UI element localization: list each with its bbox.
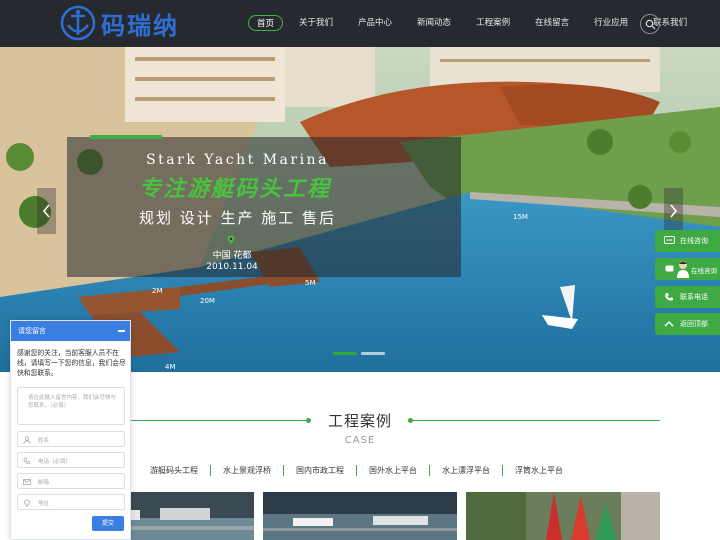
case-tab-pontoon-platform[interactable]: 浮筒水上平台 (503, 465, 575, 476)
back-to-top-label: 返回顶部 (680, 320, 708, 328)
message-placeholder: 请在此输入留言内容，我们会尽快与您联系。（必填） (28, 395, 117, 409)
banner-subtitle: 规划 设计 生产 施工 售后 (138, 209, 337, 227)
online-consult-label: 在线咨询 (691, 267, 717, 275)
case-tab-overseas-platform[interactable]: 国外水上平台 (357, 465, 429, 476)
chat-bubble-icon (664, 236, 675, 244)
section-subtitle: CASE (344, 435, 376, 446)
banner-dot-1[interactable] (333, 352, 357, 355)
mail-icon (23, 479, 31, 485)
banner-date: 2010.11.04 (206, 262, 258, 272)
location-icon (23, 499, 31, 507)
case-tab-floating-platform[interactable]: 水上漂浮平台 (430, 465, 502, 476)
banner-title-cn: 专注游艇码头工程 (138, 177, 331, 202)
logo-text: 码瑞纳 (101, 11, 179, 40)
phone-field[interactable]: 电话（必填） (17, 452, 125, 468)
case-tab-floating-bridge[interactable]: 水上景观浮桥 (211, 465, 283, 476)
case-tab-domestic-municipal[interactable]: 国内市政工程 (284, 465, 356, 476)
chat-bubble-icon (665, 265, 674, 272)
case-category-tabs: 游艇码头工程 水上景观浮桥 国内市政工程 国外水上平台 水上漂浮平台 浮筒水上平… (138, 465, 575, 476)
nav-products[interactable]: 产品中心 (349, 15, 401, 31)
nav-home[interactable]: 首页 (248, 15, 284, 31)
name-field[interactable]: 姓名 (17, 431, 125, 447)
submit-button[interactable]: 提交 (92, 516, 124, 531)
nav-industry[interactable]: 行业应用 (585, 15, 637, 31)
chevron-left-icon (42, 204, 50, 218)
nav-cases[interactable]: 工程案例 (467, 15, 519, 31)
phone-icon (23, 457, 31, 465)
banner-dot-2[interactable] (361, 352, 385, 355)
phone-label: 联系电话 (680, 293, 708, 301)
search-icon (645, 19, 656, 30)
dimension-label: 4M (165, 363, 176, 371)
location-pin-icon (227, 235, 235, 244)
chevron-up-icon (664, 320, 674, 327)
nav-message[interactable]: 在线留言 (526, 15, 578, 31)
logo[interactable]: 码瑞纳 (60, 4, 179, 42)
popup-header: 请您留言 (11, 321, 130, 341)
case-thumbnail-2[interactable] (263, 492, 457, 540)
back-to-top-button[interactable]: 返回顶部 (655, 313, 720, 335)
message-popup: 请您留言 感谢您的关注，当前客服人员不在线，请填写一下您的信息，我们会尽快和您联… (10, 320, 131, 540)
banner-pagination (333, 352, 389, 355)
case-thumbnail-3[interactable] (466, 492, 660, 540)
phone-icon (665, 293, 673, 301)
popup-title: 请您留言 (18, 327, 46, 335)
nav-about[interactable]: 关于我们 (290, 15, 342, 31)
banner-prev-button[interactable] (37, 188, 56, 234)
address-field[interactable]: 地址 (17, 494, 125, 510)
banner-location: 中国 花都 (212, 251, 252, 261)
dimension-label: 20M (200, 297, 215, 305)
case-image (466, 492, 660, 540)
online-consult-button[interactable]: 在线咨询 (655, 258, 720, 280)
user-icon (23, 436, 31, 444)
nav-news[interactable]: 新闻动态 (408, 15, 460, 31)
email-field[interactable]: 邮箱 (17, 473, 125, 489)
site-header: 码瑞纳 首页 关于我们 产品中心 新闻动态 工程案例 在线留言 行业应用 联系我… (0, 0, 720, 47)
agent-avatar-icon (677, 261, 689, 278)
address-placeholder: 地址 (38, 501, 50, 507)
message-textarea[interactable]: 请在此输入留言内容，我们会尽快与您联系。（必填） (17, 387, 125, 425)
banner-title-en: Stark Yacht Marina (146, 152, 329, 168)
popup-message: 感谢您的关注，当前客服人员不在线，请填写一下您的信息，我们会尽快和您联系。 (17, 349, 126, 377)
dimension-label: 5M (305, 279, 316, 287)
phone-placeholder: 电话（必填） (38, 459, 72, 465)
main-nav: 首页 关于我们 产品中心 新闻动态 工程案例 在线留言 行业应用 联系我们 (248, 15, 703, 31)
minimize-icon[interactable] (118, 330, 125, 332)
online-chat-button[interactable]: 在线咨询 (655, 230, 720, 252)
case-image (263, 492, 457, 540)
online-chat-label: 在线咨询 (680, 237, 708, 245)
name-placeholder: 姓名 (38, 438, 50, 444)
caption-accent-bar (90, 135, 162, 139)
case-tab-yacht-marina[interactable]: 游艇码头工程 (138, 465, 210, 476)
email-placeholder: 邮箱 (38, 480, 50, 486)
search-button[interactable] (640, 14, 660, 34)
phone-button[interactable]: 联系电话 (655, 286, 720, 308)
dimension-label: 2M (152, 287, 163, 295)
section-title: 工程案例 (327, 412, 392, 430)
chevron-right-icon (670, 204, 678, 218)
divider-right (410, 420, 660, 421)
logo-emblem-icon (60, 5, 96, 41)
banner-next-button[interactable] (664, 188, 683, 234)
dimension-label: 15M (513, 213, 528, 221)
